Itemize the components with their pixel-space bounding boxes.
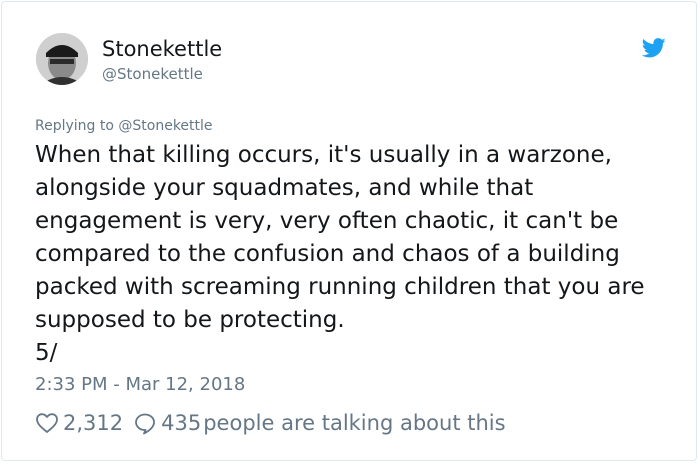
talk-label[interactable]: people are talking about this [203, 411, 505, 435]
avatar[interactable] [36, 33, 88, 85]
talk-count[interactable]: 435 [161, 411, 201, 435]
tweet-timestamp[interactable]: 2:33 PM - Mar 12, 2018 [35, 373, 245, 397]
replying-to: Replying to @Stonekettle [35, 117, 213, 135]
replying-prefix: Replying to [35, 118, 119, 134]
heart-icon[interactable] [35, 411, 59, 435]
tweet-card: Stonekettle @Stonekettle Replying to @St… [1, 1, 697, 461]
replying-handle-link[interactable]: @Stonekettle [118, 118, 212, 134]
speech-bubble-icon[interactable] [133, 411, 157, 435]
author-handle[interactable]: @Stonekettle [102, 64, 203, 84]
twitter-bird-icon[interactable] [642, 38, 666, 58]
tweet-text: When that killing occurs, it's usually i… [35, 142, 645, 366]
tweet-actions: 2,312 435 people are talking about this [35, 408, 506, 438]
author-name[interactable]: Stonekettle [102, 36, 222, 62]
like-count[interactable]: 2,312 [63, 411, 123, 435]
